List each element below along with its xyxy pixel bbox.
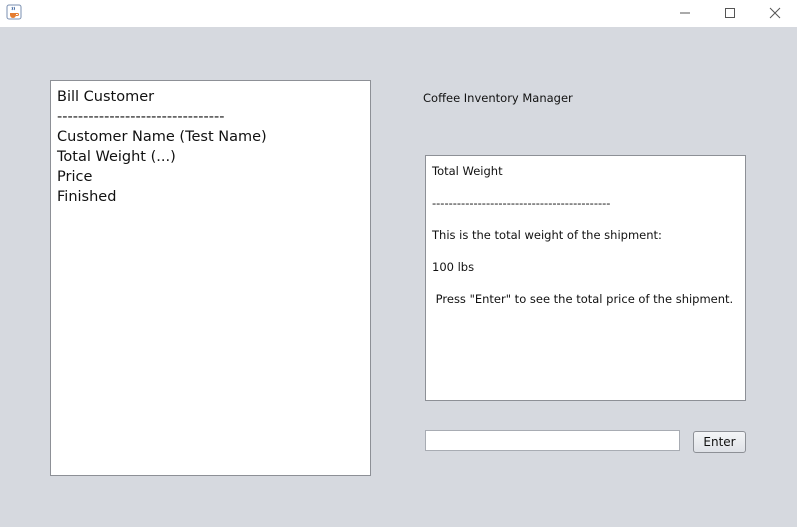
close-button[interactable] <box>752 0 797 27</box>
app-window: Bill Customer --------------------------… <box>0 0 797 527</box>
minimize-button[interactable] <box>662 0 707 27</box>
enter-button[interactable]: Enter <box>693 431 746 453</box>
close-icon <box>769 4 781 23</box>
menu-item-price: Price <box>57 169 93 185</box>
title-bar <box>0 0 797 27</box>
menu-item-finished: Finished <box>57 189 117 205</box>
menu-item-customer-name: Customer Name (Test Name) <box>57 129 267 145</box>
minimize-icon <box>679 4 691 23</box>
java-coffee-cup-icon <box>6 4 22 20</box>
output-panel: Total Weight ---------------------------… <box>425 155 746 401</box>
output-description: This is the total weight of the shipment… <box>432 228 662 242</box>
app-title: Coffee Inventory Manager <box>423 91 573 105</box>
menu-divider: -------------------------------- <box>57 109 225 125</box>
menu-list: Bill Customer --------------------------… <box>57 87 267 207</box>
output-heading: Total Weight <box>432 164 503 178</box>
output-weight-value: 100 lbs <box>432 260 475 274</box>
command-input[interactable] <box>425 430 680 451</box>
output-instruction: Press "Enter" to see the total price of … <box>432 292 734 306</box>
output-divider: ----------------------------------------… <box>432 196 611 210</box>
maximize-button[interactable] <box>707 0 752 27</box>
output-text: Total Weight ---------------------------… <box>432 163 733 323</box>
menu-item-total-weight: Total Weight (...) <box>57 149 176 165</box>
menu-heading: Bill Customer <box>57 89 155 105</box>
maximize-icon <box>724 4 736 23</box>
menu-list-panel[interactable]: Bill Customer --------------------------… <box>50 80 371 476</box>
